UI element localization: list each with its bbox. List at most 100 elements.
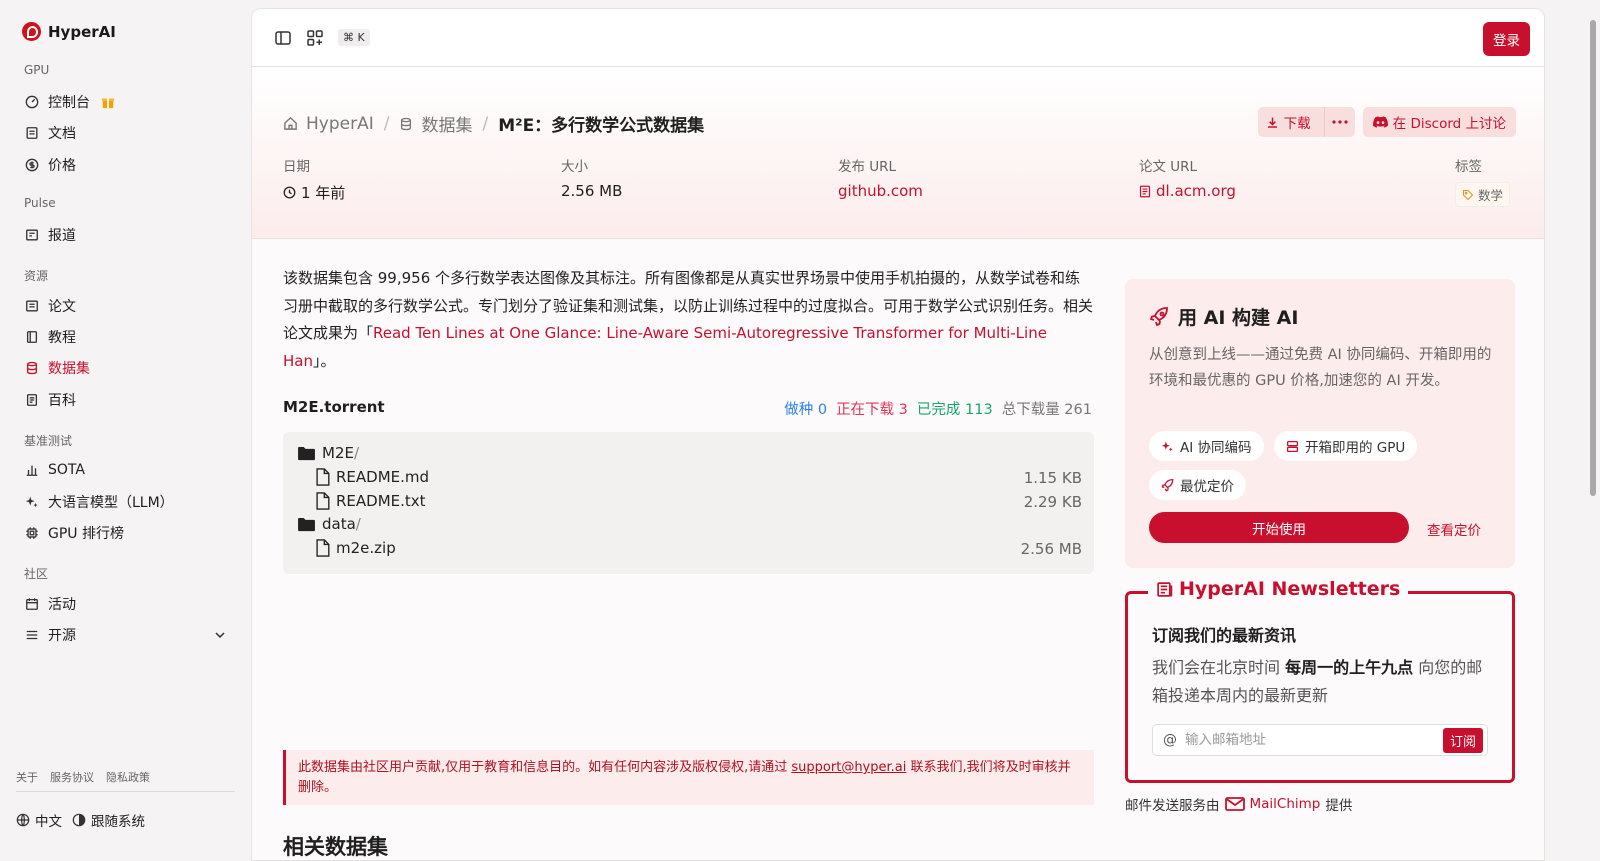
sidebar-item-news[interactable]: 报道 xyxy=(16,221,236,249)
file-row[interactable]: README.txt xyxy=(315,492,426,510)
main-panel: ⌘ K 登录 HyperAI / 数据集 / M²E：多行数学公式数据集 下载 xyxy=(251,8,1545,861)
paper-icon xyxy=(1139,185,1151,197)
top-bar: ⌘ K 登录 xyxy=(252,9,1544,67)
divider xyxy=(16,791,235,792)
calendar-icon xyxy=(25,597,39,611)
promo-text: 从创意到上线——通过免费 AI 协同编码、开箱即用的环境和最优惠的 GPU 价格… xyxy=(1149,347,1492,389)
rocket-icon xyxy=(1149,306,1168,326)
page-title: M²E：多行数学公式数据集 xyxy=(498,116,705,136)
about-link[interactable]: 关于 xyxy=(16,769,38,785)
newsletter-text: 我们会在北京时间 每周一的上午九点 向您的邮箱投递本周内的最新更新 xyxy=(1152,658,1483,705)
dollar-icon xyxy=(25,158,39,172)
sidebar-item-llm[interactable]: 大语言模型（LLM） xyxy=(16,488,236,516)
copyright-notice: 此数据集由社区用户贡献,仅用于教育和信息目的。如有任何内容涉及版权侵权,请通过 … xyxy=(283,750,1094,805)
mail-provider: 邮件发送服务由 MailChimp 提供 xyxy=(1125,796,1353,814)
home-icon xyxy=(284,116,297,130)
theme-icon xyxy=(72,813,86,827)
server-icon xyxy=(1286,440,1299,452)
completed-count: 已完成 113 xyxy=(916,402,993,418)
list-icon xyxy=(25,628,39,642)
language-switcher[interactable]: 中文 xyxy=(16,810,62,830)
paper-title-link[interactable]: Read Ten Lines at One Glance: Line-Aware… xyxy=(283,324,1047,370)
get-started-button[interactable]: 开始使用 xyxy=(1149,512,1409,543)
folder-icon xyxy=(298,517,315,531)
view-pricing-link[interactable]: 查看定价 xyxy=(1427,519,1481,539)
theme-switcher[interactable]: 跟随系统 xyxy=(72,810,145,830)
file-icon xyxy=(316,539,330,557)
brand-name: HyperAI xyxy=(48,22,116,41)
sidebar-item-wiki[interactable]: 百科 xyxy=(16,386,236,414)
seeding-count: 做种 0 xyxy=(784,402,828,418)
folder-row[interactable]: M2E/ xyxy=(297,444,359,462)
apps-icon[interactable] xyxy=(306,29,324,47)
dataset-header: HyperAI / 数据集 / M²E：多行数学公式数据集 下载 在 Disco… xyxy=(252,67,1544,239)
chip-ai-coding[interactable]: AI 协同编码 xyxy=(1149,431,1264,461)
file-size: 2.29 KB xyxy=(1023,493,1082,511)
release-url-link[interactable]: github.com xyxy=(838,182,923,200)
breadcrumb-home[interactable]: HyperAI xyxy=(306,114,374,134)
sidebar-toggle-icon[interactable] xyxy=(274,29,292,47)
login-button[interactable]: 登录 xyxy=(1483,22,1530,56)
sidebar-item-pricing[interactable]: 价格 xyxy=(16,151,236,179)
newspaper-icon xyxy=(25,228,39,242)
newsletter-title: HyperAI Newsletters xyxy=(1179,578,1401,600)
bar-chart-icon xyxy=(25,463,39,477)
logo[interactable]: HyperAI xyxy=(22,22,116,41)
breadcrumb-datasets[interactable]: 数据集 xyxy=(421,111,472,136)
sparkles-icon xyxy=(25,495,39,509)
sidebar-item-console[interactable]: 控制台 xyxy=(16,88,236,116)
subscribe-button[interactable]: 订阅 xyxy=(1442,727,1483,753)
sidebar-item-gpu-rank[interactable]: GPU 排行榜 xyxy=(16,519,236,547)
document-icon xyxy=(25,126,39,140)
file-icon xyxy=(316,468,330,486)
file-row[interactable]: README.md xyxy=(315,468,429,486)
file-icon xyxy=(316,492,330,510)
sidebar-item-tutorials[interactable]: 教程 xyxy=(16,323,236,351)
rocket-icon xyxy=(1161,478,1174,492)
section-label-pulse: Pulse xyxy=(24,196,56,210)
preferences: 中文 跟随系统 xyxy=(16,810,145,830)
sidebar-item-datasets[interactable]: 数据集 xyxy=(16,354,236,382)
sidebar-footer-links: 关于 服务协议 隐私政策 xyxy=(16,769,150,785)
globe-icon xyxy=(16,813,30,827)
tag-chip[interactable]: 数学 xyxy=(1455,182,1511,207)
mailchimp-link[interactable]: MailChimp xyxy=(1250,796,1321,812)
support-email-link[interactable]: support@hyper.ai xyxy=(791,760,906,775)
breadcrumb: HyperAI / 数据集 / M²E：多行数学公式数据集 xyxy=(283,111,704,136)
download-button[interactable]: 下载 xyxy=(1258,107,1319,137)
more-button[interactable] xyxy=(1323,107,1355,137)
chip-gpu[interactable]: 开箱即用的 GPU xyxy=(1274,431,1418,461)
terms-link[interactable]: 服务协议 xyxy=(50,769,94,785)
page-scrollbar[interactable] xyxy=(1586,0,1600,861)
sidebar-item-events[interactable]: 活动 xyxy=(16,590,236,618)
promo-card: 用 AI 构建 AI 从创意到上线——通过免费 AI 协同编码、开箱即用的环境和… xyxy=(1125,279,1515,568)
meta-release-url: 发布 URL github.com xyxy=(838,159,923,200)
book-icon xyxy=(25,330,39,344)
section-label-gpu: GPU xyxy=(24,63,50,77)
section-label-benchmarks: 基准测试 xyxy=(24,434,73,448)
chip-pricing[interactable]: 最优定价 xyxy=(1149,470,1246,500)
meta-date: 日期 1 年前 xyxy=(283,159,346,202)
email-input[interactable] xyxy=(1185,732,1435,748)
discord-button[interactable]: 在 Discord 上讨论 xyxy=(1362,107,1516,137)
sidebar-item-sota[interactable]: SOTA xyxy=(16,456,236,484)
downloading-count: 正在下载 3 xyxy=(836,402,908,418)
more-dots-icon xyxy=(1332,120,1348,124)
privacy-link[interactable]: 隐私政策 xyxy=(106,769,150,785)
sidebar-item-docs[interactable]: 文档 xyxy=(16,119,236,147)
command-shortcut[interactable]: ⌘ K xyxy=(338,29,370,46)
download-icon xyxy=(1267,117,1277,128)
chevron-down-icon[interactable] xyxy=(214,629,226,641)
file-size: 2.56 MB xyxy=(1020,540,1082,558)
hyperai-logo-icon xyxy=(22,22,41,41)
torrent-stats: 做种 0 正在下载 3 已完成 113 总下载量 261 xyxy=(784,398,1092,419)
scrollbar-thumb[interactable] xyxy=(1590,20,1596,496)
sidebar: HyperAI GPU 控制台 文档 价格 Pulse 报道 资源 论文 教程 … xyxy=(0,0,251,861)
folder-row[interactable]: data/ xyxy=(297,515,361,533)
meta-paper-url: 论文 URL dl.acm.org xyxy=(1139,159,1236,200)
paper-url-link[interactable]: dl.acm.org xyxy=(1139,182,1236,200)
sidebar-item-papers[interactable]: 论文 xyxy=(16,292,236,320)
file-row[interactable]: m2e.zip xyxy=(315,539,396,557)
sidebar-item-open-source[interactable]: 开源 xyxy=(16,621,236,649)
tag-icon xyxy=(1462,189,1474,200)
